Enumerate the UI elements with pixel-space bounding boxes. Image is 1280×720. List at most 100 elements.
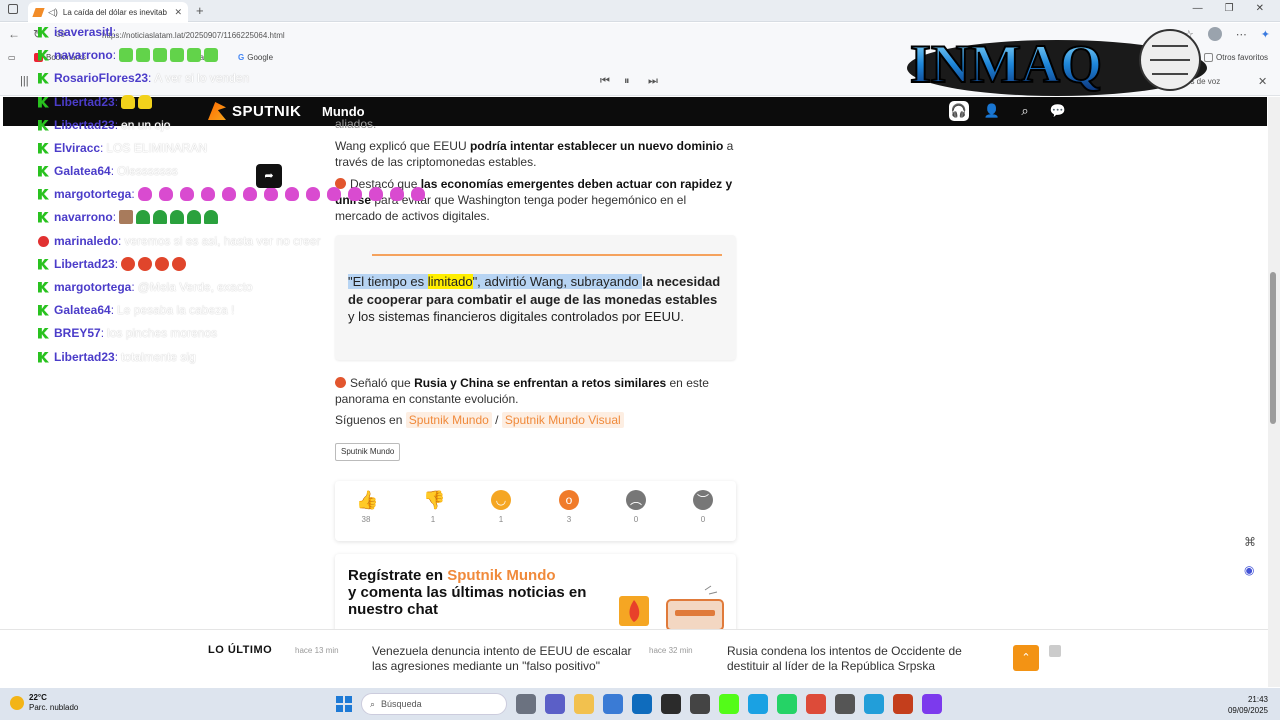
frog-emote-icon [136,210,151,224]
powerpoint-icon[interactable] [893,694,913,714]
frog-emote-icon [204,48,219,62]
thumbs-up-icon: 👍 [356,490,379,510]
kick-badge-icon [38,72,49,84]
kick-badge-icon [38,304,49,316]
ticker-label: LO ÚLTIMO [208,644,273,656]
bookmarks-menu-icon[interactable]: ▭ [8,53,16,62]
follow-link-sputnik-mundo-visual[interactable]: Sputnik Mundo Visual [501,412,624,428]
pause-icon[interactable]: ⏸ [624,75,630,88]
kick-badge-icon [38,119,49,131]
chat-icon[interactable]: 💬 [1048,101,1068,121]
lips-emote-row [137,187,428,201]
follow-us: Síguenos en Sputnik Mundo / Sputnik Mund… [335,412,624,428]
bookmark-item-google[interactable]: G Google [238,53,273,62]
lips-emote-icon [389,187,404,201]
close-read-aloud-icon[interactable]: ✕ [1258,75,1267,88]
command-icon[interactable]: ⌘ [1244,535,1256,549]
frog-emote-icon [153,48,168,62]
kick-icon[interactable] [719,694,739,714]
article-fragment: aliados. [335,117,377,131]
teams-icon[interactable] [545,694,565,714]
surprised-icon: o [559,490,579,510]
taskbar-search[interactable]: ⌕ Búsqueda [361,693,507,715]
obs-icon[interactable] [835,694,855,714]
lips-emote-icon [263,187,278,201]
article-paragraph-1: Wang explicó que EEUU podría intentar es… [335,139,734,169]
new-tab-icon[interactable]: + [196,3,204,18]
follow-link-sputnik-mundo[interactable]: Sputnik Mundo [405,412,492,428]
github-icon[interactable] [661,694,681,714]
start-icon[interactable] [336,696,352,712]
bullet-icon [335,377,346,388]
laugh-icon: ◡ [491,490,511,510]
sad-icon: ︵ [626,490,646,510]
frog-emote-icon [187,48,202,62]
edge-icon[interactable] [748,694,768,714]
reaction-thumbs-down[interactable]: 👎 1 [413,490,453,524]
kick-badge-icon [38,258,49,270]
sputnik-flame-icon [208,102,226,120]
file-explorer-icon[interactable] [574,694,594,714]
tab-title: La caída del dólar es inevitab [62,7,167,17]
close-tab-icon[interactable]: ✕ [174,7,182,18]
lips-emote-icon [137,187,152,201]
thumbs-down-icon: 👎 [423,490,446,510]
reaction-sad[interactable]: ︵ 0 [616,490,656,524]
ticker-news-item[interactable]: Rusia condena los intentos de Occidente … [727,644,977,674]
article-tag[interactable]: Sputnik Mundo [335,443,401,461]
frog-emote-icon [170,210,185,224]
chat-message: isaverasitl: [38,25,119,39]
minimize-icon[interactable]: — [1193,3,1203,14]
window-menu-icon[interactable] [8,4,18,14]
scroll-top-button[interactable]: ⌃ [1013,645,1039,671]
chrome-icon[interactable] [806,694,826,714]
task-view-icon[interactable] [516,694,536,714]
maximize-icon[interactable]: ❐ [1225,3,1234,14]
share-button[interactable]: ➦ [256,164,282,188]
whatsapp-icon[interactable] [777,694,797,714]
previous-icon[interactable]: ⏮ [600,75,610,88]
kick-badge-icon [38,281,49,293]
url-field[interactable]: https://noticiaslatam.lat/20250907/11662… [84,28,784,44]
speaker-icon[interactable]: ◁) [48,7,58,18]
next-icon[interactable]: ⏭ [648,75,658,88]
kick-badge-icon [38,142,49,154]
star-emote-icon [172,257,187,271]
frog-emote-icon [153,210,168,224]
system-clock[interactable]: 21:43 09/09/2025 [1228,694,1268,716]
chat-message: Libertad23: [38,95,155,109]
reaction-surprised[interactable]: o 3 [549,490,589,524]
back-icon[interactable]: ← [8,27,20,41]
ticker-news-item[interactable]: Venezuela denuncia intento de EEUU de es… [372,644,632,674]
more-menu-icon[interactable]: ⋯ [1236,28,1247,41]
reaction-angry[interactable]: ︶ 0 [683,490,723,524]
close-window-icon[interactable]: ✕ [1256,3,1264,14]
outlook-icon[interactable] [632,694,652,714]
latest-news-ticker: LO ÚLTIMO hace 13 min Venezuela denuncia… [0,629,1268,687]
minimize-ticker-button[interactable] [1049,645,1061,657]
weather-widget[interactable]: 22°C Parc. nublado [10,693,78,713]
other-favorites[interactable]: Otros favoritos [1204,53,1268,62]
copilot-icon[interactable]: ✦ [1261,28,1270,41]
kick-badge-icon [38,49,49,61]
browser-tab-active[interactable]: ◁) La caída del dólar es inevitab ✕ [28,2,188,22]
chat-message: Galatea64: Le pesaba la cabeza ! [38,303,234,317]
search-icon[interactable]: ⌕ [1015,101,1035,121]
radio-icon[interactable]: 🎧 [949,101,969,121]
assistant-icon[interactable]: ◉ [1244,563,1254,577]
sputnik-logo[interactable]: SPUTNIK [208,102,301,120]
app-icon[interactable] [922,694,942,714]
frog-emote-icon [204,210,219,224]
lips-emote-icon [158,187,173,201]
store-icon[interactable] [603,694,623,714]
signup-banner[interactable]: Regístrate en Sputnik Mundo y comenta la… [335,554,736,634]
user-icon[interactable]: 👤 [982,101,1002,121]
reaction-laugh[interactable]: ◡ 1 [481,490,521,524]
star-emote-icon [121,257,136,271]
telegram-icon[interactable] [864,694,884,714]
read-aloud-icon[interactable]: ||| [20,75,29,87]
scrollbar-thumb[interactable] [1270,272,1276,424]
reaction-thumbs-up[interactable]: 👍 38 [346,490,386,524]
app-icon[interactable] [690,694,710,714]
inmaq-logo: INMAQ [907,29,1207,96]
